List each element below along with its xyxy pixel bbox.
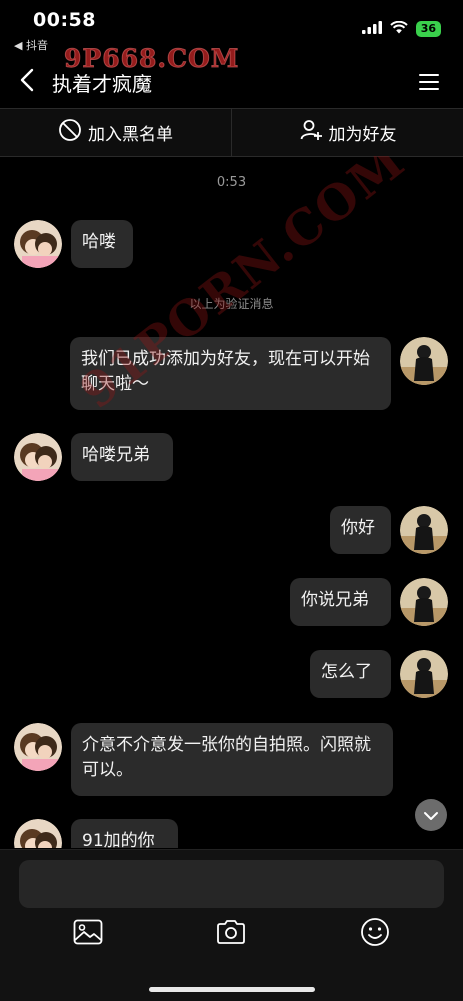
message-bubble[interactable]: 你说兄弟: [290, 578, 391, 626]
avatar-self[interactable]: [400, 650, 448, 698]
emoji-button[interactable]: [359, 918, 391, 950]
message-bubble[interactable]: 怎么了: [310, 650, 391, 698]
status-time: 00:58: [33, 9, 96, 31]
avatar-contact[interactable]: [14, 723, 62, 771]
system-icons: 36: [361, 19, 441, 38]
wifi-icon: [389, 19, 408, 38]
chat-timestamp: 0:53: [216, 175, 247, 190]
scroll-to-bottom-button[interactable]: [415, 799, 447, 831]
menu-button[interactable]: [417, 70, 441, 94]
avatar-contact[interactable]: [14, 433, 62, 481]
nav-bar: 执着才疯魔: [0, 56, 463, 108]
image-button[interactable]: [72, 918, 104, 950]
block-label: 加入黑名单: [88, 125, 173, 145]
avatar-self[interactable]: [400, 506, 448, 554]
action-bar: 加入黑名单 加为好友: [0, 108, 463, 157]
home-indicator[interactable]: [149, 987, 315, 992]
block-button[interactable]: 加入黑名单: [0, 109, 231, 156]
image-icon: [73, 919, 103, 949]
emoji-icon: [360, 917, 390, 951]
avatar-contact[interactable]: [14, 220, 62, 268]
add-friend-label: 加为好友: [328, 125, 397, 145]
message-bubble[interactable]: 哈喽: [71, 220, 133, 268]
message-bubble[interactable]: 介意不介意发一张你的自拍照。闪照就可以。: [71, 723, 393, 796]
camera-button[interactable]: [215, 918, 247, 950]
avatar-self[interactable]: [400, 337, 448, 385]
chevron-down-icon: [423, 806, 439, 825]
system-message: 以上为验证消息: [189, 297, 274, 311]
conversation-title: 执着才疯魔: [52, 72, 152, 96]
add-user-icon: [299, 118, 323, 147]
menu-icon: [417, 74, 441, 98]
signal-icon: [361, 19, 382, 38]
battery-icon: 36: [415, 20, 441, 37]
message-input[interactable]: [19, 860, 444, 908]
status-bar: 00:58 ◀ 抖音 36: [0, 0, 463, 54]
back-to-app-link[interactable]: ◀ 抖音: [14, 37, 48, 53]
message-bubble[interactable]: 哈喽兄弟: [71, 433, 173, 481]
chat-area[interactable]: 0:53 哈喽 以上为验证消息 我们已成功添加为好友，现在可以开始聊天啦～ 哈喽…: [0, 156, 463, 848]
input-area: [0, 849, 463, 1001]
message-bubble[interactable]: 你好: [330, 506, 391, 554]
message-bubble[interactable]: 我们已成功添加为好友，现在可以开始聊天啦～: [70, 337, 391, 410]
camera-icon: [216, 919, 246, 949]
avatar-self[interactable]: [400, 578, 448, 626]
avatar-contact[interactable]: [14, 819, 62, 848]
block-icon: [58, 118, 82, 147]
add-friend-button[interactable]: 加为好友: [231, 109, 463, 156]
back-button[interactable]: [12, 66, 42, 98]
back-arrow-icon: [20, 68, 34, 96]
message-bubble[interactable]: 91加的你: [71, 819, 178, 848]
